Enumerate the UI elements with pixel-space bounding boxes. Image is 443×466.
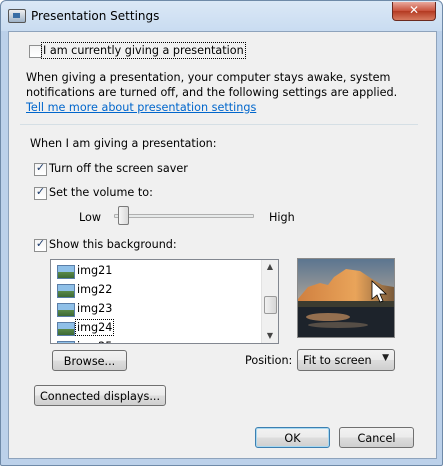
position-dropdown[interactable]: Fit to screen ▼ (297, 349, 395, 371)
list-item-label: img22 (77, 283, 113, 296)
list-item-label: img25 (77, 340, 112, 343)
ok-button[interactable]: OK (255, 427, 330, 448)
screen-saver-checkbox[interactable]: ✓ (34, 161, 47, 176)
volume-checkmark: ✓ (35, 185, 46, 198)
scroll-up-arrow-icon[interactable]: ▲ (262, 260, 278, 274)
image-file-icon (57, 322, 75, 336)
background-image-list[interactable]: img21 img22 img23 img24 img25 ▲ ▼ (50, 259, 279, 344)
title-bar[interactable]: Presentation Settings ✕ (1, 1, 442, 31)
background-preview-image (297, 258, 395, 338)
presenting-checkbox[interactable] (29, 45, 42, 58)
screen-saver-label[interactable]: Turn off the screen saver (49, 162, 188, 175)
close-icon: ✕ (408, 3, 420, 17)
image-file-icon (57, 341, 75, 343)
browse-button[interactable]: Browse... (52, 350, 127, 371)
separator-line (20, 124, 418, 125)
window-title: Presentation Settings (31, 9, 160, 23)
scroll-down-arrow-icon[interactable]: ▼ (262, 329, 278, 343)
presenting-description-line2: notifications are turned off, and the fo… (26, 86, 398, 99)
presentation-settings-help-link[interactable]: Tell me more about presentation settings (26, 101, 256, 114)
mountain-lake-preview-graphic (298, 259, 394, 337)
image-file-icon (57, 265, 75, 279)
volume-slider-track[interactable] (114, 214, 254, 218)
group-label: When I am giving a presentation: (30, 137, 217, 150)
list-vertical-scrollbar[interactable]: ▲ ▼ (261, 260, 278, 343)
close-button[interactable]: ✕ (392, 2, 436, 21)
volume-label[interactable]: Set the volume to: (49, 186, 153, 199)
list-item-label: img24 (74, 319, 115, 336)
background-label[interactable]: Show this background: (49, 238, 177, 251)
volume-low-label: Low (79, 211, 102, 224)
presentation-settings-window: Presentation Settings ✕ I am currently g… (0, 0, 443, 466)
image-file-icon (57, 303, 75, 317)
volume-slider-thumb[interactable] (117, 206, 129, 225)
background-checkbox[interactable]: ✓ (34, 237, 47, 252)
presenting-checkbox-label[interactable]: I am currently giving a presentation (41, 42, 246, 59)
presentation-app-icon (8, 9, 26, 23)
volume-checkbox[interactable]: ✓ (34, 185, 47, 200)
position-selected-value: Fit to screen (303, 354, 372, 367)
list-item-label: img21 (77, 264, 113, 277)
image-file-icon (57, 284, 75, 298)
chevron-down-icon: ▼ (382, 353, 389, 363)
help-link-text[interactable]: Tell me more about presentation settings (26, 101, 256, 114)
scrollbar-thumb[interactable] (264, 296, 277, 314)
connected-displays-button[interactable]: Connected displays... (34, 385, 166, 406)
presenting-description-line1: When giving a presentation, your compute… (26, 71, 391, 84)
position-label: Position: (245, 354, 293, 367)
volume-high-label: High (269, 211, 295, 224)
cancel-button[interactable]: Cancel (339, 427, 414, 448)
screen-saver-checkmark: ✓ (35, 161, 46, 174)
list-item-label: img23 (77, 302, 113, 315)
background-checkmark: ✓ (35, 237, 46, 250)
